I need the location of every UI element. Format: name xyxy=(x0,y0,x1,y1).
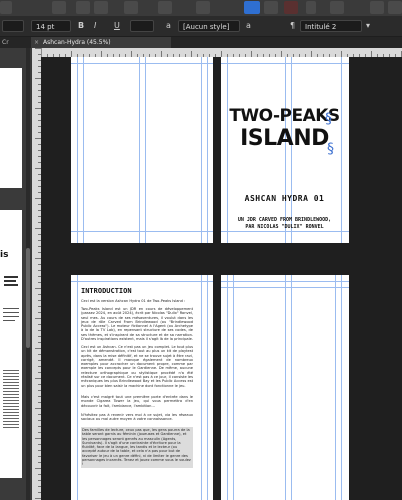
page-thumbnail[interactable] xyxy=(0,68,22,188)
assistant-button[interactable] xyxy=(330,1,344,14)
page-right-1[interactable]: TWO-PEAKS ISLAND § § ASHCAN HYDRA 01 UN … xyxy=(221,57,349,243)
snap-options-button[interactable] xyxy=(306,1,316,14)
app-window: 14 pt B I U a [Aucun style] a ¶ Intitulé… xyxy=(0,0,402,500)
intro-heading[interactable]: INTRODUCTION xyxy=(81,287,132,295)
page-left-2[interactable]: INTRODUCTION Ceci est la version Ashcan … xyxy=(71,275,213,500)
font-size-field[interactable]: 14 pt xyxy=(31,20,71,32)
pages-scroll-thumb[interactable] xyxy=(26,248,30,348)
intro-paragraph-1[interactable]: Ceci est la version Ashcan Hydra 01 de T… xyxy=(81,299,193,303)
underline-icon[interactable]: U xyxy=(114,21,120,31)
arrange-button[interactable] xyxy=(388,1,402,14)
intro-note-box[interactable]: Des familles de lecture, ceux pas que, l… xyxy=(81,427,193,468)
tab-title: Ashcan-Hydra (45.5%) xyxy=(43,39,111,46)
style-chevron-icon[interactable]: ▾ xyxy=(366,21,370,31)
table-tool-button[interactable] xyxy=(158,1,172,14)
preview-mode-button[interactable] xyxy=(244,1,260,14)
section-mark-icon: § xyxy=(327,141,334,157)
paragraph-style-field[interactable]: Intitulé 2 xyxy=(300,20,362,32)
text-tool-button[interactable] xyxy=(124,1,138,14)
intro-paragraph-4[interactable]: Mais c'est malgré tout une première port… xyxy=(81,395,193,408)
view-tool-button[interactable] xyxy=(196,1,210,14)
intro-paragraph-5[interactable]: N'hésitez pas à revenir vers moi à ce su… xyxy=(81,413,193,422)
link-tool-button[interactable] xyxy=(264,1,278,14)
section-mark-icon: § xyxy=(325,111,332,127)
strike-icon[interactable]: a xyxy=(166,21,171,31)
book-title[interactable]: ASHCAN HYDRA 01 xyxy=(221,194,348,204)
ruler-tick xyxy=(35,48,41,49)
transform-button[interactable] xyxy=(370,1,384,14)
credit-line-1[interactable]: UN JDR CARVED FROM BRINDLEWOOD, xyxy=(221,217,348,224)
snapping-magnet-icon[interactable] xyxy=(284,1,298,14)
intro-paragraph-3[interactable]: Ceci est un Ashcan. Ce n'est pas un jeu … xyxy=(81,345,193,388)
main-toolbar xyxy=(0,0,402,16)
page-right-2[interactable] xyxy=(221,275,349,500)
bold-icon[interactable]: B xyxy=(78,21,84,31)
align-icon[interactable]: a xyxy=(246,21,251,31)
intro-paragraph-2[interactable]: Two-Peaks Island est un JDR en cours de … xyxy=(81,307,193,341)
document-canvas[interactable]: TWO-PEAKS ISLAND § § ASHCAN HYDRA 01 UN … xyxy=(41,57,402,500)
character-style-field[interactable]: [Aucun style] xyxy=(178,20,240,32)
page-left-1[interactable] xyxy=(71,57,213,243)
credit-line-2[interactable]: PAR NICOLAS "DULIX" RONVEL xyxy=(221,224,348,231)
close-icon[interactable]: × xyxy=(34,37,39,48)
thumbnail-title: is xyxy=(0,250,9,260)
pages-panel: is xyxy=(0,48,32,500)
page-thumbnail[interactable] xyxy=(0,366,22,478)
paragraph-icon[interactable]: ¶ xyxy=(290,21,295,31)
color-swatch-field[interactable] xyxy=(130,20,154,32)
record-tool-button[interactable] xyxy=(76,1,90,14)
tool-button[interactable] xyxy=(0,1,12,14)
panel-tab-label[interactable]: Cr xyxy=(2,37,9,48)
document-tab-bar: Cr × Ashcan-Hydra (45.5%) xyxy=(0,37,402,48)
context-toolbar: 14 pt B I U a [Aucun style] a ¶ Intitulé… xyxy=(0,16,402,37)
italic-icon[interactable]: I xyxy=(94,21,96,31)
shape-tool-button[interactable] xyxy=(52,1,66,14)
frame-tool-button[interactable] xyxy=(94,1,108,14)
tab-ashcan-hydra[interactable]: × Ashcan-Hydra (45.5%) xyxy=(31,37,171,48)
font-name-field[interactable] xyxy=(2,20,24,32)
ruler-tick xyxy=(38,54,41,55)
